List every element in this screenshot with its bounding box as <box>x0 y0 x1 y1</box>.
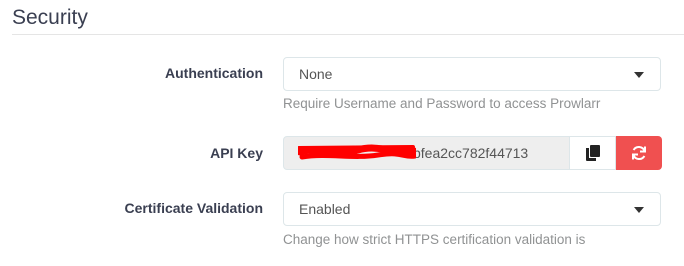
redaction-scribble <box>298 144 416 160</box>
caret-down-icon <box>634 72 644 78</box>
authentication-label: Authentication <box>165 65 263 81</box>
copy-icon <box>585 145 600 161</box>
authentication-value: None <box>299 66 333 82</box>
copy-api-key-button[interactable] <box>570 136 616 170</box>
caret-down-icon <box>634 207 644 213</box>
regenerate-api-key-button[interactable] <box>616 136 662 170</box>
certificate-validation-select[interactable]: Enabled <box>283 192 661 226</box>
section-title: Security <box>12 6 88 29</box>
certificate-validation-value: Enabled <box>299 201 351 217</box>
api-key-value: bfea2cc782f44713 <box>413 145 529 161</box>
refresh-icon <box>632 145 646 161</box>
section-divider <box>12 34 684 35</box>
certificate-validation-help-text: Change how strict HTTPS certification va… <box>283 232 586 247</box>
authentication-help-text: Require Username and Password to access … <box>283 96 601 111</box>
authentication-select[interactable]: None <box>283 57 661 91</box>
certificate-validation-label: Certificate Validation <box>124 200 263 216</box>
api-key-label: API Key <box>210 145 263 161</box>
api-key-field[interactable]: bfea2cc782f44713 <box>283 136 570 170</box>
